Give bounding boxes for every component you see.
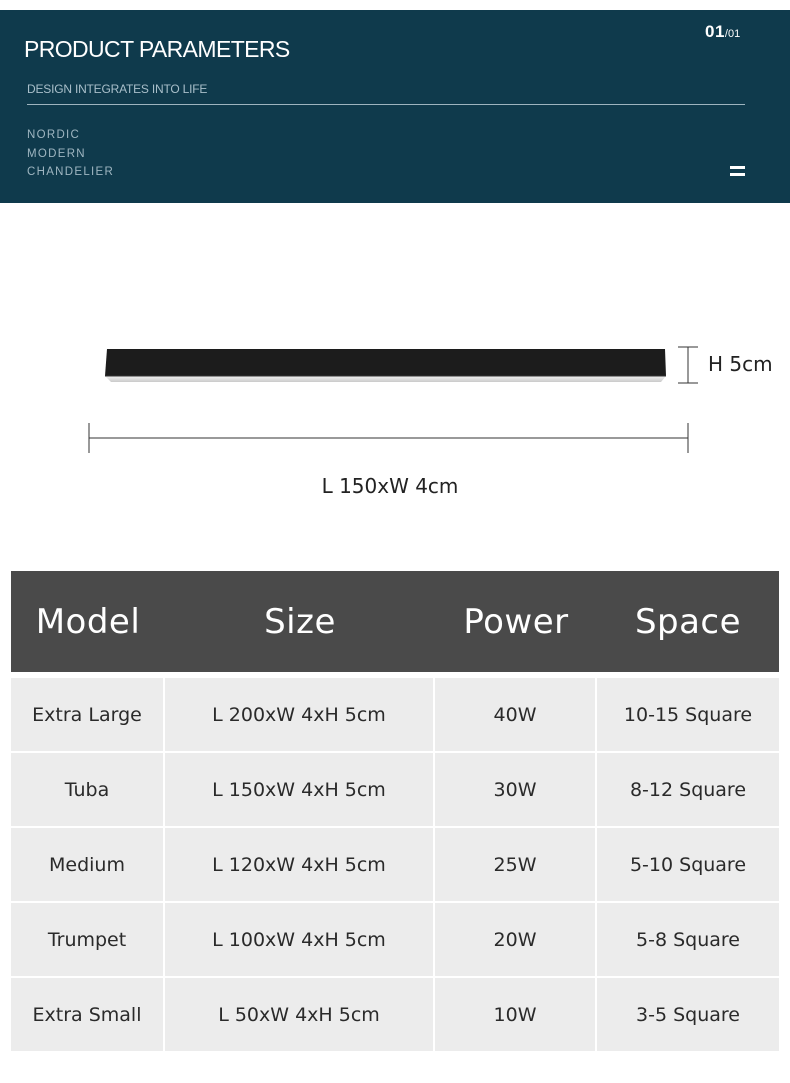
page-subtitle: DESIGN INTEGRATES INTO LIFE: [27, 82, 208, 96]
cell-power: 25W: [435, 828, 597, 901]
cell-space: 5-10 Square: [629, 853, 747, 876]
tag-list: NORDIC MODERN CHANDELIER: [27, 126, 114, 182]
page-indicator: 01/01: [705, 22, 740, 42]
table-header: Model Size Power Space: [11, 571, 779, 672]
page-total: 01: [727, 28, 741, 40]
table-row: Trumpet L 100xW 4xH 5cm 20W 5-8 Square: [11, 903, 779, 978]
column-header-space: Space: [634, 601, 742, 642]
page-current: 01: [705, 22, 725, 41]
tag-item: CHANDELIER: [27, 166, 115, 178]
column-header-size: Size: [264, 601, 336, 642]
header-banner: PRODUCT PARAMETERS DESIGN INTEGRATES INT…: [0, 10, 790, 203]
cell-size: L 150xW 4xH 5cm: [165, 753, 435, 826]
tag-item: MODERN: [27, 147, 86, 160]
column-header-power: Power: [463, 601, 569, 642]
cell-model: Tuba: [11, 753, 165, 826]
length-label: L 150xW 4cm: [0, 474, 790, 498]
height-label: H 5cm: [708, 352, 773, 376]
cell-space: 10-15 Square: [623, 703, 753, 726]
cell-size: L 100xW 4xH 5cm: [165, 903, 435, 976]
cell-power: 30W: [435, 753, 597, 826]
spec-table: Model Size Power Space Extra Large L 200…: [11, 571, 779, 1051]
menu-icon[interactable]: [730, 165, 745, 177]
tag-item: NORDIC: [27, 129, 81, 141]
product-image: [105, 348, 667, 382]
cell-space: 3-5 Square: [636, 1003, 740, 1026]
divider: [27, 104, 745, 105]
cell-space: 5-8 Square: [636, 928, 740, 951]
table-row: Medium L 120xW 4xH 5cm 25W 5-10 Square: [11, 828, 779, 903]
cell-power: 10W: [435, 978, 597, 1051]
cell-power: 20W: [435, 903, 597, 976]
cell-model: Extra Large: [11, 678, 165, 751]
page-title: PRODUCT PARAMETERS: [24, 36, 290, 62]
cell-model: Medium: [11, 828, 165, 901]
length-dimension-marker: [86, 421, 692, 455]
table-row: Extra Small L 50xW 4xH 5cm 10W 3-5 Squar…: [11, 978, 779, 1051]
cell-size: L 200xW 4xH 5cm: [165, 678, 435, 751]
table-body: Extra Large L 200xW 4xH 5cm 40W 10-15 Sq…: [11, 678, 779, 1051]
length-label-text: L 150xW 4cm: [321, 474, 459, 498]
cell-model: Trumpet: [11, 903, 165, 976]
cell-size: L 120xW 4xH 5cm: [165, 828, 435, 901]
table-row: Tuba L 150xW 4xH 5cm 30W 8-12 Square: [11, 753, 779, 828]
cell-space: 8-12 Square: [629, 778, 747, 801]
cell-model: Extra Small: [11, 978, 165, 1051]
height-dimension-marker: [676, 346, 700, 384]
column-header-model: Model: [35, 601, 141, 642]
cell-power: 40W: [435, 678, 597, 751]
table-row: Extra Large L 200xW 4xH 5cm 40W 10-15 Sq…: [11, 678, 779, 753]
cell-size: L 50xW 4xH 5cm: [165, 978, 435, 1051]
